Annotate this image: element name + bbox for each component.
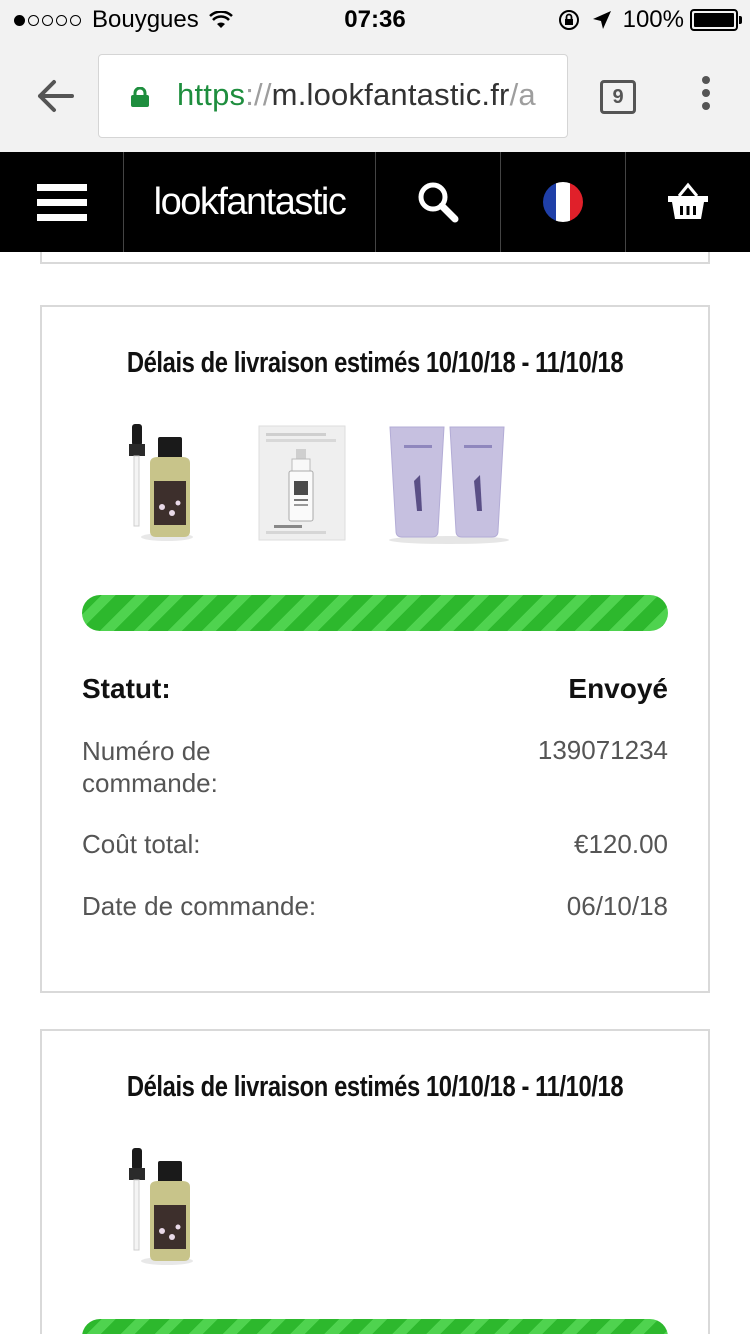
order-card[interactable]: Délais de livraison estimés 10/10/18 - 1… — [40, 305, 710, 993]
battery-percent: 100% — [622, 6, 684, 33]
address-bar[interactable]: https://m.lookfantastic.fr/a — [98, 54, 568, 138]
basket-button[interactable] — [626, 152, 750, 252]
order-date-value: 06/10/18 — [566, 891, 668, 921]
search-icon — [418, 182, 459, 223]
location-arrow-icon — [592, 11, 611, 29]
lock-icon — [131, 87, 149, 107]
previous-order-card — [40, 252, 710, 264]
search-button[interactable] — [376, 152, 501, 252]
url-path: /a — [509, 77, 536, 112]
product-image-serum-bottle[interactable] — [112, 1143, 202, 1268]
product-image-serum-bottle[interactable] — [112, 419, 202, 544]
total-cost-row: Coût total: €120.00 — [82, 829, 668, 860]
locale-button[interactable] — [501, 152, 626, 252]
france-flag-icon — [543, 182, 583, 222]
product-image-clinique-sample[interactable] — [258, 425, 346, 541]
order-number-value: 139071234 — [537, 735, 668, 765]
orders-list: Délais de livraison estimés 10/10/18 - 1… — [0, 252, 750, 1334]
logo-link[interactable]: lookfantastic — [124, 152, 376, 252]
tab-switcher-button[interactable]: 9 — [600, 80, 636, 114]
url-scheme: https — [177, 77, 246, 112]
order-number-row: Numéro de commande: 139071234 — [82, 735, 668, 799]
total-cost-value: €120.00 — [574, 829, 668, 859]
order-card[interactable]: Délais de livraison estimés 10/10/18 - 1… — [40, 1029, 710, 1334]
delivery-progress-bar — [82, 595, 668, 631]
total-cost-label: Coût total: — [82, 829, 201, 859]
status-value: Envoyé — [568, 673, 668, 704]
order-number-label: Numéro de commande: — [82, 736, 218, 798]
url-host: m.lookfantastic.fr — [271, 77, 510, 112]
browser-menu-icon[interactable] — [700, 76, 712, 116]
status-row: Statut: Envoyé — [82, 673, 668, 705]
browser-toolbar: https://m.lookfantastic.fr/a 9 — [0, 40, 750, 152]
order-date-label: Date de commande: — [82, 891, 317, 921]
delivery-estimate: Délais de livraison estimés 10/10/18 - 1… — [126, 347, 624, 379]
basket-icon — [668, 182, 708, 219]
logo: lookfantastic — [153, 180, 347, 223]
status-bar: Bouygues 07:36 100% — [0, 0, 750, 40]
url-text: https://m.lookfantastic.fr/a — [177, 77, 536, 113]
order-date-row: Date de commande: 06/10/18 — [82, 891, 668, 922]
orientation-lock-icon — [558, 10, 579, 30]
status-label: Statut: — [82, 673, 171, 704]
menu-icon[interactable] — [0, 152, 124, 252]
delivery-estimate: Délais de livraison estimés 10/10/18 - 1… — [126, 1071, 624, 1103]
back-arrow-icon[interactable] — [36, 76, 76, 116]
battery-icon — [690, 9, 742, 31]
product-image-lavender-tubes[interactable] — [384, 423, 514, 545]
delivery-progress-bar — [82, 1319, 668, 1334]
url-separator: :// — [245, 77, 272, 112]
site-header: lookfantastic — [0, 152, 750, 252]
